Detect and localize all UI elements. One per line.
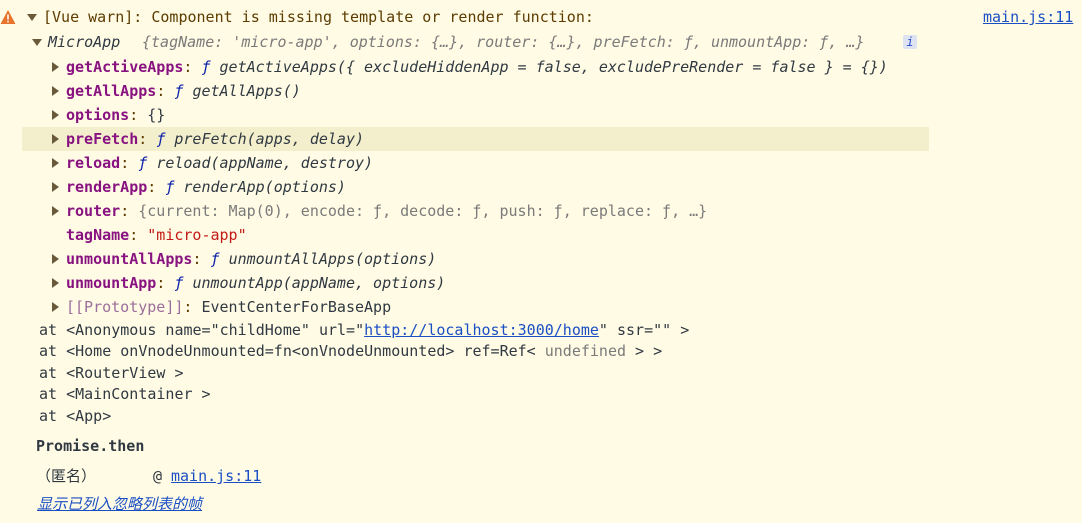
property-row: options: {}	[0, 103, 1082, 127]
property-value: unmountAllApps(options)	[228, 250, 437, 268]
trace-text: at <Anonymous name="childHome" url="	[39, 321, 365, 339]
property-key[interactable]: router	[66, 202, 120, 220]
property-key[interactable]: reload	[66, 154, 120, 172]
property-row-hovered: preFetch: ƒ preFetch(apps, delay)	[22, 127, 929, 151]
expand-toggle[interactable]	[52, 182, 59, 192]
promise-then-label: Promise.then	[36, 437, 145, 455]
expand-toggle[interactable]	[52, 206, 59, 216]
collapse-object-toggle[interactable]	[32, 39, 42, 46]
expand-toggle[interactable]	[52, 86, 59, 96]
trace-text: " ssr="" >	[598, 321, 690, 339]
trace-undefined: undefined	[535, 342, 636, 360]
expand-toggle[interactable]	[52, 278, 59, 288]
warning-source-link[interactable]: main.js:11	[983, 5, 1073, 29]
property-row: unmountAllApps: ƒ unmountAllApps(options…	[0, 247, 1082, 271]
function-icon: ƒ	[156, 130, 166, 148]
stack-frame: （匿名） @ main.js:11	[0, 464, 1082, 488]
property-row: renderApp: ƒ renderApp(options)	[0, 175, 1082, 199]
property-value: getAllApps()	[192, 82, 301, 100]
property-row: router: {current: Map(0), encode: ƒ, dec…	[0, 199, 1082, 223]
trace-text: at <MainContainer >	[39, 385, 211, 403]
info-icon[interactable]: i	[903, 35, 917, 49]
property-key[interactable]: getAllApps	[66, 82, 156, 100]
function-icon: ƒ	[138, 154, 148, 172]
trace-url-link[interactable]: http://localhost:3000/home	[364, 321, 599, 339]
warning-message: [Vue warn]: Component is missing templat…	[43, 8, 594, 26]
trace-text: at <App>	[39, 407, 112, 425]
function-icon: ƒ	[165, 178, 175, 196]
property-key[interactable]: preFetch	[66, 130, 138, 148]
trace-text: > >	[635, 342, 663, 360]
property-value: renderApp(options)	[183, 178, 346, 196]
trace-line: at <App>	[0, 404, 1082, 428]
function-icon: ƒ	[174, 82, 184, 100]
property-value: getActiveApps({ excludeHiddenApp = false…	[219, 58, 888, 76]
warning-header: [Vue warn]: Component is missing templat…	[0, 5, 1082, 29]
property-key[interactable]: unmountApp	[66, 274, 156, 292]
object-summary: MicroApp {tagName: 'micro-app', options:…	[0, 30, 1082, 54]
object-name[interactable]: MicroApp	[48, 30, 120, 54]
collapse-warning-toggle[interactable]	[27, 14, 37, 21]
property-row: unmountApp: ƒ unmountApp(appName, option…	[0, 271, 1082, 295]
expand-toggle[interactable]	[52, 62, 59, 72]
async-stack-header: Promise.then	[0, 434, 1082, 458]
expand-toggle[interactable]	[52, 110, 59, 120]
function-icon: ƒ	[201, 58, 211, 76]
function-icon: ƒ	[174, 274, 184, 292]
property-key[interactable]: renderApp	[66, 178, 147, 196]
property-row: reload: ƒ reload(appName, destroy)	[0, 151, 1082, 175]
property-key[interactable]: [[Prototype]]	[66, 298, 183, 316]
frame-source-link[interactable]: main.js:11	[171, 464, 261, 488]
expand-toggle[interactable]	[52, 254, 59, 264]
property-value: {current: Map(0), encode: ƒ, decode: ƒ, …	[138, 202, 708, 220]
object-preview: {tagName: 'micro-app', options: {…}, rou…	[142, 33, 865, 51]
property-value: "micro-app"	[147, 226, 247, 244]
trace-line: at <MainContainer >	[0, 382, 1082, 406]
trace-text: at <Home onVnodeUnmounted=fn<onVnodeUnmo…	[39, 342, 536, 360]
anonymous-frame-label: （匿名）	[36, 467, 97, 485]
function-icon: ƒ	[210, 250, 220, 268]
property-key[interactable]: options	[66, 106, 129, 124]
property-row: tagName: "micro-app"	[66, 226, 247, 244]
expand-toggle[interactable]	[52, 134, 59, 144]
property-value: {}	[147, 106, 166, 124]
trace-line: at <Home onVnodeUnmounted=fn<onVnodeUnmo…	[0, 339, 1082, 363]
property-row: getActiveApps: ƒ getActiveApps({ exclude…	[0, 55, 1082, 79]
expand-toggle[interactable]	[52, 158, 59, 168]
property-key[interactable]: unmountAllApps	[66, 250, 192, 268]
ignore-list-row: 显示已列入忽略列表的帧	[0, 492, 1082, 516]
show-ignored-frames-link[interactable]: 显示已列入忽略列表的帧	[37, 492, 202, 516]
warning-icon	[0, 10, 16, 24]
property-row: getAllApps: ƒ getAllApps()	[0, 79, 1082, 103]
property-value: unmountApp(appName, options)	[192, 274, 446, 292]
at-symbol: @	[153, 467, 163, 485]
expand-toggle[interactable]	[52, 302, 59, 312]
property-value: reload(appName, destroy)	[156, 154, 374, 172]
property-key: tagName	[66, 226, 130, 244]
property-key[interactable]: getActiveApps	[66, 58, 183, 76]
property-value: EventCenterForBaseApp	[201, 298, 392, 316]
property-value: preFetch(apps, delay)	[174, 130, 365, 148]
property-row: [[Prototype]]: EventCenterForBaseApp	[0, 295, 1082, 319]
